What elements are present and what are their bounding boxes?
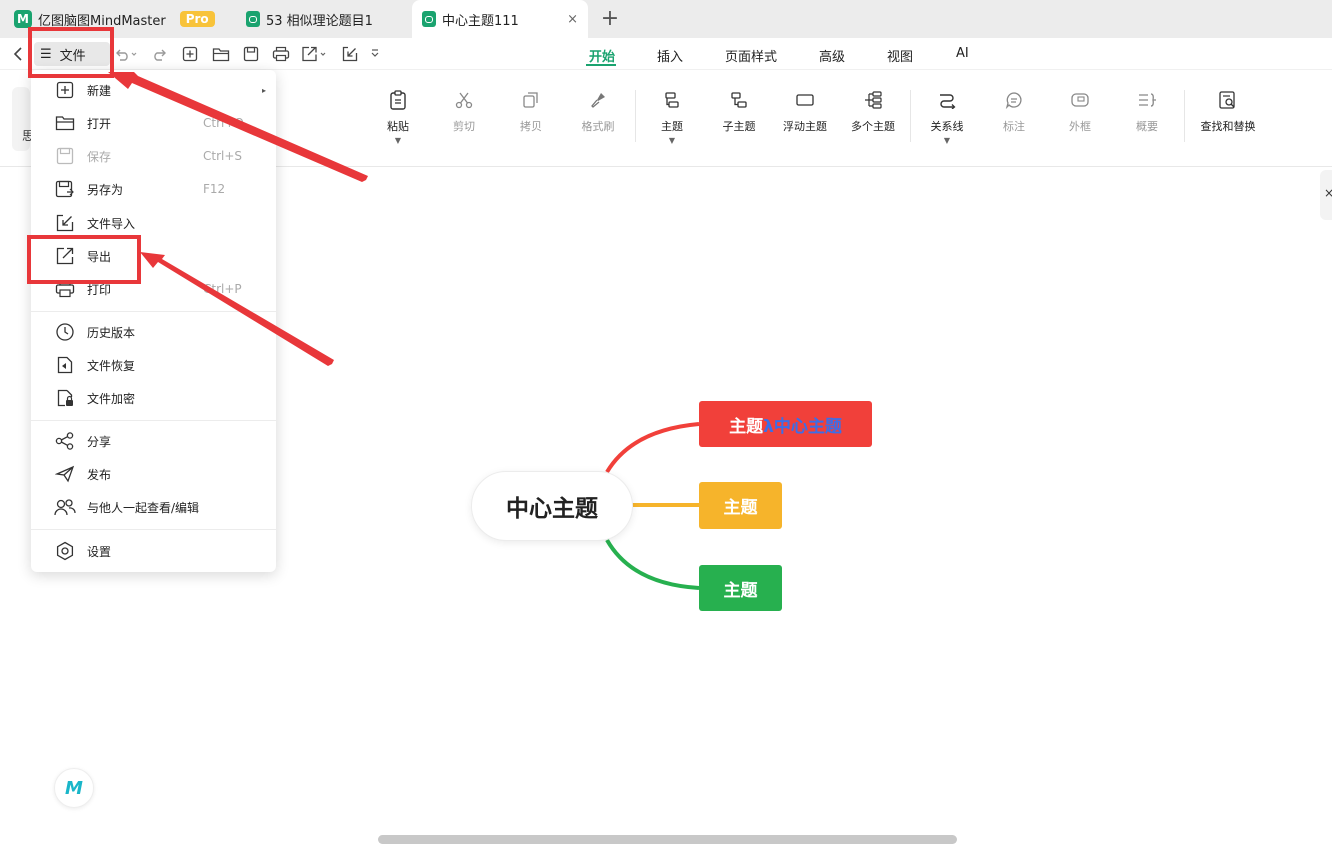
annotation-arrows: [108, 72, 368, 366]
